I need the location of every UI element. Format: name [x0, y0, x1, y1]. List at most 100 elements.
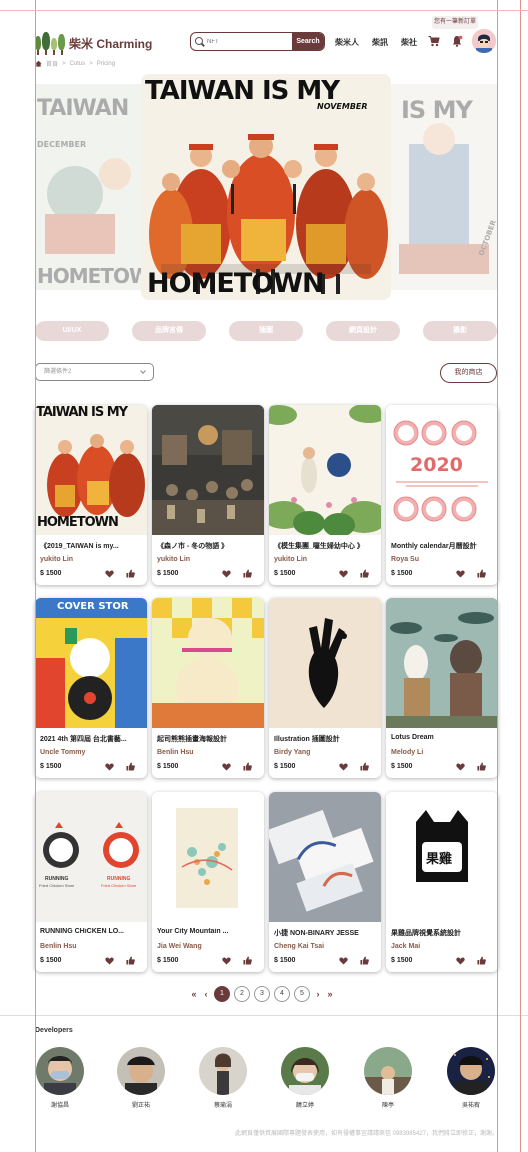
product-card[interactable]: COVER STOR 2021 4th 第四屆 台北書藝... Uncle To… [35, 598, 147, 778]
product-image[interactable] [152, 792, 264, 922]
thumbs-up-icon[interactable] [126, 762, 135, 771]
product-title[interactable]: 《森ノ市 - 冬の物語 》 [157, 541, 261, 551]
product-card[interactable]: Lotus Dream Melody Li $ 1500 [386, 598, 498, 778]
product-card[interactable]: Illustration 插圖設計 Birdy Yang $ 1500 [269, 598, 381, 778]
carousel-slide-next[interactable]: IS MY OCTOBER [389, 84, 497, 290]
category-pill-illustration[interactable]: 插圖 [229, 321, 303, 341]
thumbs-up-icon[interactable] [126, 569, 135, 578]
last-page-button[interactable]: » [326, 989, 334, 999]
developer-avatar[interactable] [281, 1047, 329, 1095]
product-card[interactable]: Your City Mountain ... Jia Wei Wang $ 15… [152, 792, 264, 972]
category-pill-uiux[interactable]: UI/UX [35, 321, 109, 341]
product-image[interactable] [152, 598, 264, 728]
product-title[interactable]: Illustration 插圖設計 [274, 734, 378, 744]
developer-card[interactable]: 劉正祐 [116, 1047, 166, 1109]
bell-icon[interactable] [451, 35, 463, 47]
product-author[interactable]: Melody Li [391, 749, 423, 756]
developer-avatar[interactable] [199, 1047, 247, 1095]
product-title[interactable]: Your City Mountain ... [157, 928, 261, 935]
product-image[interactable]: 果雞 [386, 792, 498, 922]
developer-avatar[interactable] [364, 1047, 412, 1095]
page-button-2[interactable]: 2 [234, 986, 250, 1002]
category-pill-photography[interactable]: 攝影 [423, 321, 497, 341]
carousel-slide-current[interactable]: TAIWAN IS MY NOVEMBER HOMETOWN [141, 74, 391, 300]
thumbs-up-icon[interactable] [477, 762, 486, 771]
product-title[interactable]: RUNNING CHiCKEN LO... [40, 928, 144, 935]
heart-icon[interactable] [105, 763, 114, 771]
nav-link-people[interactable]: 柴米人 [335, 37, 359, 48]
carousel-slide-prev[interactable]: TAIWAN DECEMBER HOMETOWN [35, 84, 143, 290]
product-image[interactable]: COVER STOR [35, 598, 147, 728]
page-button-5[interactable]: 5 [294, 986, 310, 1002]
heart-icon[interactable] [456, 763, 465, 771]
product-author[interactable]: Benlin Hsu [157, 749, 194, 756]
thumbs-up-icon[interactable] [243, 762, 252, 771]
banner-carousel[interactable]: TAIWAN DECEMBER HOMETOWN IS MY OCTOBER [35, 74, 497, 300]
brand-logo[interactable]: 柴米 Charming [35, 30, 152, 56]
search-button[interactable]: Search [292, 33, 324, 50]
product-image[interactable] [269, 792, 381, 922]
developer-card[interactable]: 吳祐宥 [446, 1047, 496, 1109]
product-card[interactable]: RUNNING Fried Chicken Store RUNNING Frie… [35, 792, 147, 972]
developer-card[interactable]: 陳亭 [363, 1047, 413, 1109]
product-title[interactable]: Lotus Dream [391, 734, 495, 741]
heart-icon[interactable] [222, 763, 231, 771]
nav-link-community[interactable]: 柴社 [401, 37, 417, 48]
thumbs-up-icon[interactable] [477, 956, 486, 965]
page-button-3[interactable]: 3 [254, 986, 270, 1002]
thumbs-up-icon[interactable] [243, 569, 252, 578]
product-author[interactable]: Jia Wei Wang [157, 943, 202, 950]
product-card[interactable]: 果雞 果雞品牌視覺系統設計 Jack Mai $ 1500 [386, 792, 498, 972]
product-image[interactable]: 2020 [386, 405, 498, 535]
product-author[interactable]: yukito Lin [40, 556, 73, 563]
filter-select[interactable]: 篩選條件2 [35, 363, 154, 381]
heart-icon[interactable] [339, 570, 348, 578]
product-image[interactable] [152, 405, 264, 535]
product-title[interactable]: Monthly calendar月曆設計 [391, 541, 495, 551]
cart-icon[interactable] [428, 35, 440, 47]
heart-icon[interactable] [105, 957, 114, 965]
developer-card[interactable]: 謝協昌 [35, 1047, 85, 1109]
category-pill-branding[interactable]: 品牌言傳 [132, 321, 206, 341]
thumbs-up-icon[interactable] [126, 956, 135, 965]
home-icon[interactable] [35, 60, 42, 67]
developer-card[interactable]: 蔡瑜涓 [198, 1047, 248, 1109]
page-button-1[interactable]: 1 [214, 986, 230, 1002]
my-shop-button[interactable]: 我的商店 [440, 363, 497, 383]
product-card[interactable]: 《模生集團_囉生婦幼中心 》 yukito Lin $ 1500 [269, 405, 381, 585]
product-image[interactable] [386, 598, 498, 728]
product-card[interactable]: 起司熊熊插畫海報設計 Benlin Hsu $ 1500 [152, 598, 264, 778]
product-author[interactable]: Benlin Hsu [40, 943, 77, 950]
developer-avatar[interactable] [36, 1047, 84, 1095]
new-order-badge[interactable]: 您有一筆新訂單 [432, 16, 478, 29]
heart-icon[interactable] [456, 570, 465, 578]
product-title[interactable]: 《2019_TAIWAN is my... [40, 541, 144, 551]
product-author[interactable]: yukito Lin [157, 556, 190, 563]
product-author[interactable]: Uncle Tommy [40, 749, 85, 756]
developer-avatar[interactable] [117, 1047, 165, 1095]
user-avatar[interactable] [472, 29, 496, 53]
thumbs-up-icon[interactable] [243, 956, 252, 965]
product-title[interactable]: 2021 4th 第四屆 台北書藝... [40, 734, 144, 744]
heart-icon[interactable] [222, 570, 231, 578]
product-image[interactable] [269, 405, 381, 535]
product-author[interactable]: Jack Mai [391, 943, 420, 950]
product-card[interactable]: TAIWAN IS MY HOMETOWN 《2019_TAIWAN is my… [35, 405, 147, 585]
product-card[interactable]: 小捷 NON-BINARY JESSE Cheng Kai Tsai $ 150… [269, 792, 381, 972]
search-input[interactable] [207, 33, 292, 50]
prev-page-button[interactable]: ‹ [202, 989, 210, 999]
category-pill-web-design[interactable]: 網頁設計 [326, 321, 400, 341]
breadcrumb-home[interactable]: 首頁 [46, 59, 58, 68]
product-author[interactable]: Roya Su [391, 556, 419, 563]
thumbs-up-icon[interactable] [360, 956, 369, 965]
product-title[interactable]: 小捷 NON-BINARY JESSE [274, 928, 378, 938]
thumbs-up-icon[interactable] [360, 569, 369, 578]
breadcrumb-cotus[interactable]: Cotus [70, 61, 86, 67]
thumbs-up-icon[interactable] [477, 569, 486, 578]
product-card[interactable]: 《森ノ市 - 冬の物語 》 yukito Lin $ 1500 [152, 405, 264, 585]
product-title[interactable]: 起司熊熊插畫海報設計 [157, 734, 261, 744]
product-title[interactable]: 果雞品牌視覺系統設計 [391, 928, 495, 938]
heart-icon[interactable] [339, 957, 348, 965]
product-author[interactable]: yukito Lin [274, 556, 307, 563]
first-page-button[interactable]: « [190, 989, 198, 999]
